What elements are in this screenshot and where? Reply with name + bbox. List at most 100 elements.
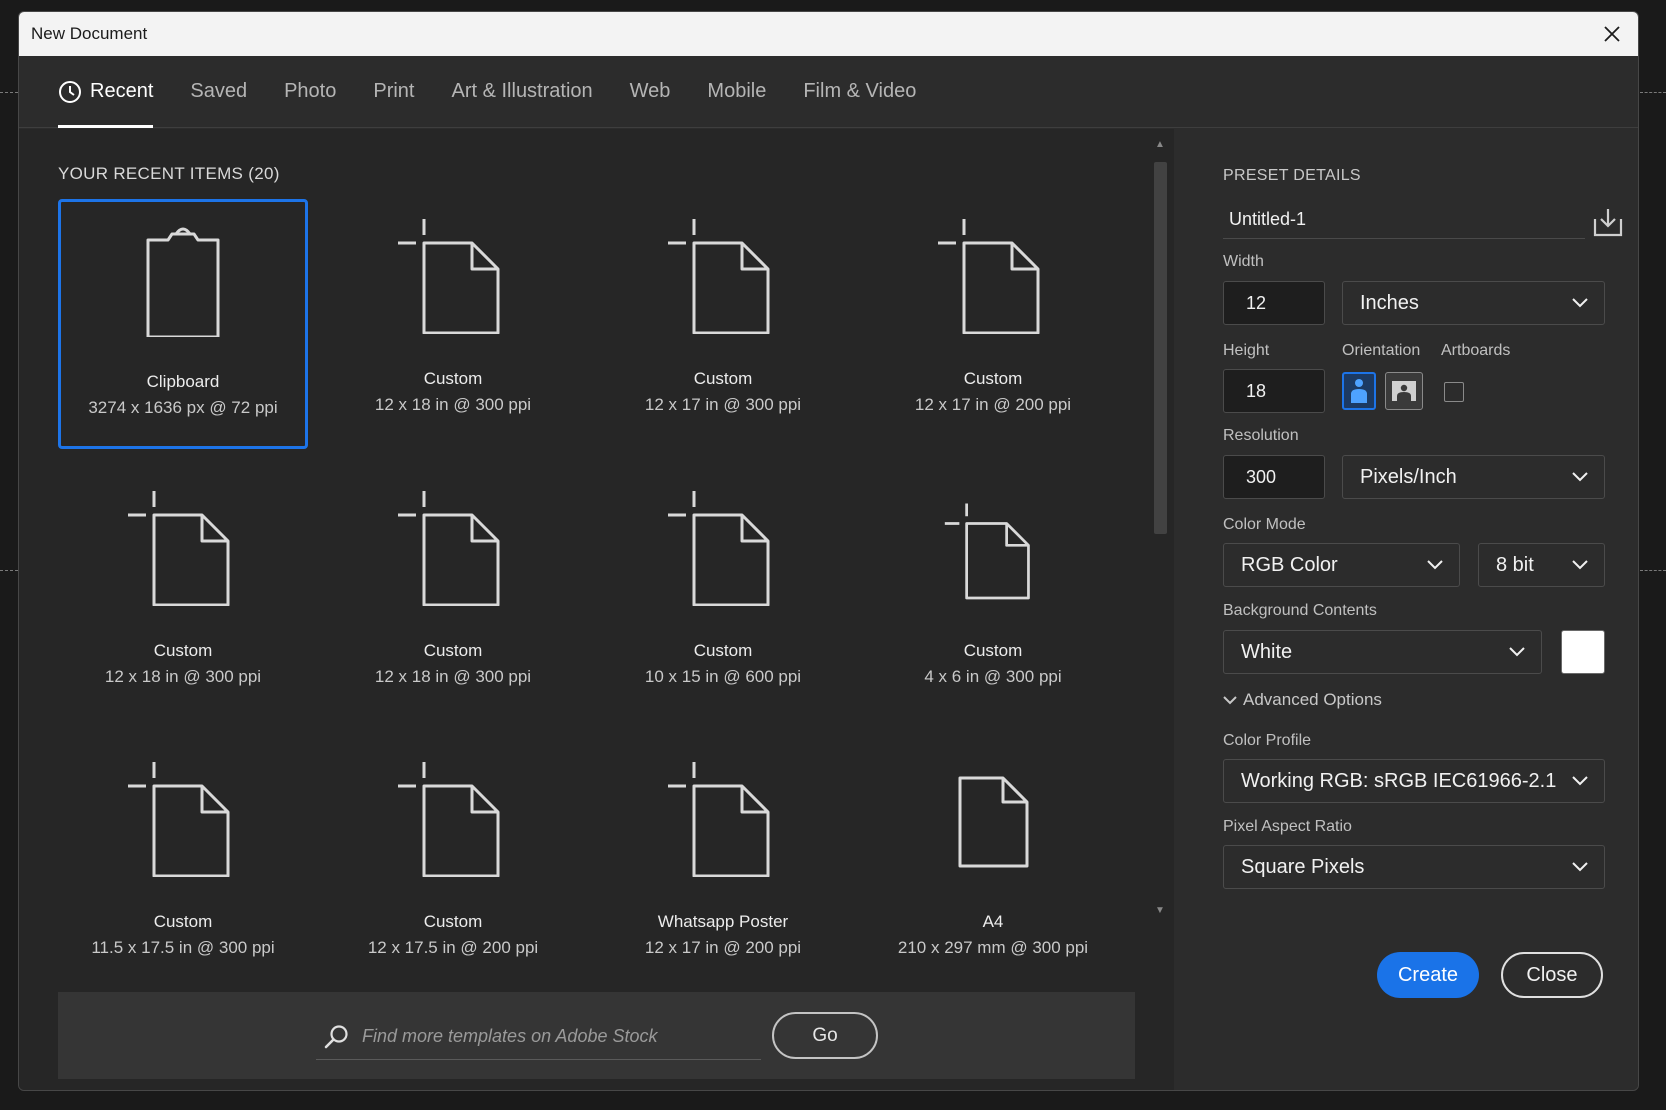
resolution-unit-select[interactable]: Pixels/Inch [1342,455,1605,499]
tab-art-illustration[interactable]: Art & Illustration [451,56,592,127]
width-unit-select[interactable]: Inches [1342,281,1605,325]
recent-item[interactable]: Custom 12 x 18 in @ 300 ppi [328,471,578,721]
save-preset-icon [1593,209,1623,237]
document-name-field[interactable]: Untitled-1 [1223,201,1585,239]
item-dims: 12 x 18 in @ 300 ppi [104,667,262,686]
tab-label: Print [373,80,415,102]
search-icon [316,1024,356,1050]
close-window-button[interactable] [1596,18,1628,50]
item-name: Custom [693,641,753,660]
pixel-aspect-select[interactable]: Square Pixels [1223,845,1605,889]
recent-item[interactable]: Custom 10 x 15 in @ 600 ppi [598,471,848,721]
custom-document-icon [868,219,1118,344]
save-preset-button[interactable] [1591,205,1625,239]
tab-web[interactable]: Web [630,56,671,127]
item-dims: 12 x 17 in @ 200 ppi [644,938,802,957]
preset-details-heading: PRESET DETAILS [1223,167,1361,184]
resolution-input[interactable]: 300 [1223,455,1325,499]
item-dims: 4 x 6 in @ 300 ppi [924,667,1062,686]
recent-item-a4[interactable]: A4 210 x 297 mm @ 300 ppi [868,742,1118,992]
canvas-guide [1640,92,1666,93]
tab-recent[interactable]: Recent [58,56,154,128]
tab-photo[interactable]: Photo [284,56,336,127]
background-color-swatch[interactable] [1561,630,1605,674]
tab-label: Mobile [707,80,767,102]
item-dims: 10 x 15 in @ 600 ppi [644,667,802,686]
color-mode-label: Color Mode [1223,516,1306,533]
custom-document-icon [328,491,578,616]
recent-items-panel: YOUR RECENT ITEMS (20) Clipboard 3274 x … [19,129,1174,1090]
item-dims: 12 x 18 in @ 300 ppi [374,395,532,414]
recent-item-clipboard[interactable]: Clipboard 3274 x 1636 px @ 72 ppi [58,199,308,449]
tab-label: Saved [190,80,248,102]
pixel-aspect-value: Square Pixels [1241,855,1365,878]
tab-film-video[interactable]: Film & Video [803,56,916,127]
recent-item[interactable]: Custom 12 x 17 in @ 300 ppi [598,199,848,449]
preset-details-panel: PRESET DETAILS Untitled-1 Width 12 Inche… [1174,129,1638,1090]
close-button[interactable]: Close [1501,952,1603,998]
go-button[interactable]: Go [772,1012,878,1059]
chevron-down-icon [1223,695,1237,705]
width-unit-value: Inches [1360,291,1419,314]
custom-document-icon [598,491,848,616]
item-name: Custom [423,912,483,931]
item-name: Custom [693,369,753,388]
tab-label: Film & Video [803,80,917,102]
item-dims: 12 x 17 in @ 200 ppi [914,395,1072,414]
width-label: Width [1223,253,1264,270]
color-mode-select[interactable]: RGB Color [1223,543,1460,587]
orientation-landscape-button[interactable] [1385,372,1423,410]
scroll-down-icon[interactable]: ▼ [1155,905,1165,916]
background-contents-select[interactable]: White [1223,630,1542,674]
recent-item[interactable]: Custom 12 x 18 in @ 300 ppi [58,471,308,721]
chevron-down-icon [1427,560,1443,570]
recent-item[interactable]: Custom 12 x 17.5 in @ 200 ppi [328,742,578,992]
tab-mobile[interactable]: Mobile [707,56,766,127]
canvas-guide [0,92,18,93]
orientation-label: Orientation [1342,342,1421,359]
recent-count: (20) [248,164,280,183]
tab-print[interactable]: Print [373,56,414,127]
height-label: Height [1223,342,1270,359]
color-profile-select[interactable]: Working RGB: sRGB IEC61966-2.1 [1223,759,1605,803]
portrait-person-icon [1351,379,1367,403]
width-input[interactable]: 12 [1223,281,1325,325]
color-profile-value: Working RGB: sRGB IEC61966-2.1 [1241,769,1557,792]
artboards-checkbox[interactable] [1444,382,1464,402]
resolution-label: Resolution [1223,427,1299,444]
recent-item-whatsapp-poster[interactable]: Whatsapp Poster 12 x 17 in @ 200 ppi [598,742,848,992]
scrollbar-thumb[interactable] [1154,162,1167,534]
scroll-up-icon[interactable]: ▲ [1155,139,1165,150]
custom-document-icon [328,762,578,887]
stock-search-input[interactable] [356,1026,736,1047]
stock-search-bar: Go [58,992,1135,1079]
advanced-options-toggle[interactable]: Advanced Options [1223,690,1382,710]
custom-document-icon [598,762,848,887]
tab-label: Web [629,80,671,102]
close-icon [1604,26,1620,42]
item-name: Custom [963,369,1023,388]
recent-item[interactable]: Custom 4 x 6 in @ 300 ppi [868,471,1118,721]
pixel-aspect-label: Pixel Aspect Ratio [1223,818,1352,835]
tab-label: Art & Illustration [451,80,593,102]
create-button[interactable]: Create [1377,952,1479,998]
background-contents-value: White [1241,640,1293,663]
color-profile-label: Color Profile [1223,732,1312,749]
tab-saved[interactable]: Saved [190,56,247,127]
recent-item[interactable]: Custom 12 x 17 in @ 200 ppi [868,199,1118,449]
custom-document-icon [58,762,308,887]
orientation-portrait-button[interactable] [1342,372,1376,410]
bit-depth-select[interactable]: 8 bit [1478,543,1605,587]
recent-scrollbar[interactable]: ▲ ▼ [1151,137,1169,937]
height-input[interactable]: 18 [1223,369,1325,413]
item-name: Custom [963,641,1023,660]
chevron-down-icon [1509,647,1525,657]
chevron-down-icon [1572,862,1588,872]
recent-item[interactable]: Custom 12 x 18 in @ 300 ppi [328,199,578,449]
recent-item[interactable]: Custom 11.5 x 17.5 in @ 300 ppi [58,742,308,992]
item-name: A4 [982,912,1004,931]
item-name: Custom [153,641,213,660]
tab-label: Recent [90,80,154,102]
canvas-guide [0,570,18,571]
item-name: Whatsapp Poster [657,912,789,931]
